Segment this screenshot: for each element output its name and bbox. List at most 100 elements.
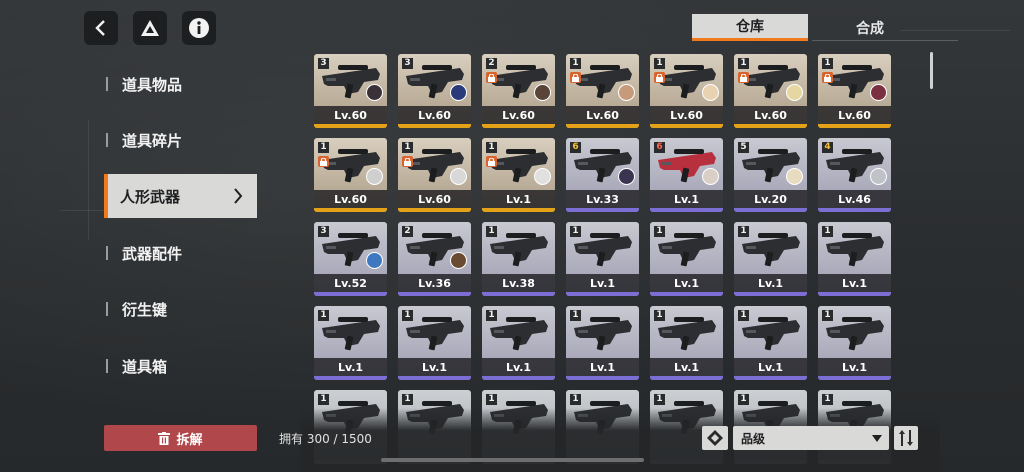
weapon-level: Lv.60 [734,106,807,124]
weapon-card[interactable]: 1 Lv.1 [818,306,891,380]
weapon-count-badge: 1 [822,58,833,69]
sidebar-item-label: 道具碎片 [122,131,183,150]
weapon-card[interactable]: 1 Lv.60 [818,54,891,128]
weapon-count-badge: 1 [654,394,665,405]
sidebar-item-label: 人形武器 [120,187,181,206]
weapon-count-badge: 1 [486,310,497,321]
weapon-grid: 3 Lv.60 3 Lv.60 2 Lv.60 1 Lv.60 1 Lv.60 1 Lv.60 1 Lv.… [314,54,891,464]
info-button[interactable] [182,11,216,45]
weapon-card[interactable]: 1 Lv.1 [482,306,555,380]
weapon-level: Lv.1 [650,358,723,376]
back-button[interactable] [84,11,118,45]
weapon-card[interactable]: 6 Lv.1 [650,138,723,212]
weapon-card[interactable]: 1 Lv.60 [650,54,723,128]
doll-avatar [366,168,383,185]
weapon-card[interactable]: 1 Lv.1 [734,306,807,380]
tab-warehouse[interactable]: 仓库 [692,14,808,41]
sidebar-item-weapons[interactable]: 人形武器 [104,174,257,218]
weapon-card[interactable]: 1 Lv.60 [566,54,639,128]
weapon-count-badge: 1 [654,226,665,237]
weapon-count-badge: 3 [318,58,329,69]
sidebar-item-fragments[interactable]: 道具碎片 [104,118,257,162]
weapon-level: Lv.1 [398,358,471,376]
weapon-card[interactable]: 1 Lv.1 [818,222,891,296]
weapon-count-badge: 6 [654,142,665,153]
weapon-count-badge: 1 [318,142,329,153]
filter-button[interactable] [702,426,728,450]
weapon-count-badge: 4 [822,142,833,153]
weapon-level: Lv.60 [482,106,555,124]
weapon-card[interactable]: 1 Lv.1 [566,306,639,380]
dismantle-button[interactable]: 拆解 [104,425,257,451]
doll-avatar [450,84,467,101]
weapon-card[interactable]: 3 Lv.52 [314,222,387,296]
weapon-level: Lv.60 [398,106,471,124]
weapon-card[interactable]: 3 Lv.60 [398,54,471,128]
weapon-card[interactable]: 1 Lv.1 [314,306,387,380]
sidebar-item-attachments[interactable]: 武器配件 [104,231,257,275]
weapon-count-badge: 1 [738,226,749,237]
sidebar-item-derivative-keys[interactable]: 衍生键 [104,287,257,331]
rarity-bar [650,376,723,380]
weapon-level: Lv.60 [650,106,723,124]
rarity-bar [398,376,471,380]
rarity-bar [734,208,807,212]
rarity-bar [734,376,807,380]
lock-icon [486,156,497,167]
weapon-count-badge: 1 [738,394,749,405]
weapon-card[interactable]: 5 Lv.20 [734,138,807,212]
weapon-card[interactable]: 2 Lv.60 [482,54,555,128]
sidebar-item-item-boxes[interactable]: 道具箱 [104,344,257,388]
sort-order-button[interactable] [894,426,918,450]
sidebar-item-items[interactable]: 道具物品 [104,62,257,106]
weapon-count-badge: 1 [402,394,413,405]
tab-synthesis[interactable]: 合成 [812,14,928,41]
doll-avatar [534,168,551,185]
lock-icon [486,72,497,83]
weapon-count-badge: 1 [402,142,413,153]
weapon-level: Lv.20 [734,190,807,208]
weapon-card[interactable]: 3 Lv.60 [314,54,387,128]
weapon-card[interactable]: 1 Lv.38 [482,222,555,296]
decor-line [60,210,104,211]
sort-select[interactable]: 品级 [733,426,889,450]
decor-line [88,120,89,240]
weapon-card[interactable]: 2 Lv.36 [398,222,471,296]
doll-avatar [702,84,719,101]
weapon-card[interactable]: 1 Lv.1 [398,306,471,380]
weapon-card[interactable]: 1 Lv.60 [734,54,807,128]
doll-avatar [870,84,887,101]
scrollbar[interactable] [930,52,933,89]
doll-avatar [450,252,467,269]
weapon-count-badge: 1 [822,394,833,405]
weapon-card[interactable]: 1 Lv.1 [482,138,555,212]
doll-avatar [618,168,635,185]
weapon-level: Lv.52 [314,274,387,292]
weapon-count-badge: 3 [318,226,329,237]
weapon-count-badge: 1 [654,58,665,69]
diamond-filter-icon [707,430,723,446]
home-logo-button[interactable] [133,11,167,45]
weapon-card[interactable]: 4 Lv.46 [818,138,891,212]
rarity-bar [482,292,555,296]
weapon-count-badge: 1 [486,226,497,237]
weapon-count-badge: 1 [570,226,581,237]
weapon-card[interactable]: 1 Lv.1 [734,222,807,296]
rarity-bar [650,208,723,212]
weapon-level: Lv.38 [482,274,555,292]
rarity-bar [482,208,555,212]
doll-avatar [366,84,383,101]
weapon-card[interactable]: 1 Lv.60 [314,138,387,212]
weapon-card[interactable]: 1 Lv.60 [398,138,471,212]
rarity-bar [314,376,387,380]
weapon-count-badge: 1 [822,226,833,237]
weapon-count-badge: 1 [318,394,329,405]
weapon-card[interactable]: 1 Lv.1 [650,306,723,380]
weapon-level: Lv.33 [566,190,639,208]
weapon-count-badge: 1 [486,394,497,405]
weapon-card[interactable]: 6 Lv.33 [566,138,639,212]
weapon-level: Lv.1 [818,274,891,292]
weapon-card[interactable]: 1 Lv.1 [650,222,723,296]
weapon-card[interactable]: 1 Lv.1 [566,222,639,296]
rarity-bar [482,124,555,128]
